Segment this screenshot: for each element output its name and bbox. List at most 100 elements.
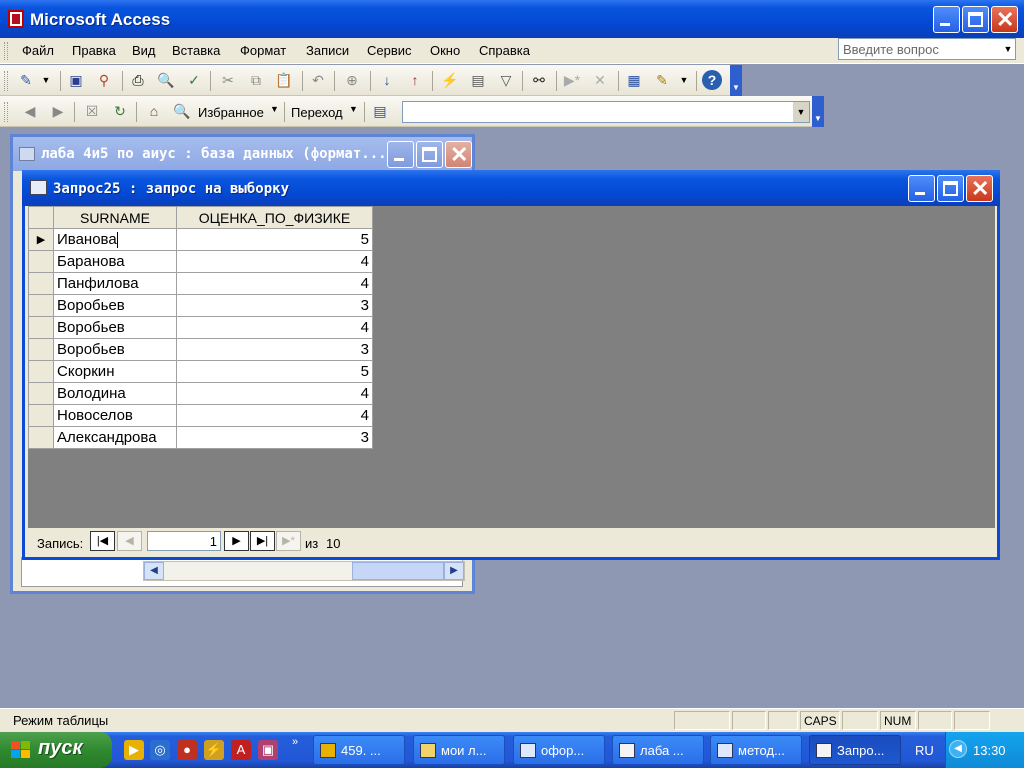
go-menu[interactable]: Переход bbox=[291, 105, 343, 120]
record-selector[interactable] bbox=[28, 316, 54, 339]
menu-window[interactable]: Окно bbox=[430, 43, 460, 58]
taskbar-item[interactable]: метод... bbox=[710, 735, 802, 765]
record-selector[interactable] bbox=[28, 272, 54, 295]
database-window-icon[interactable]: ▦ bbox=[624, 70, 644, 90]
print-preview-icon[interactable]: 🔍 bbox=[156, 70, 176, 90]
db-minimize-button[interactable] bbox=[387, 141, 414, 168]
copy-icon[interactable]: ⧉ bbox=[246, 70, 266, 90]
menu-grip[interactable] bbox=[4, 42, 8, 60]
clock[interactable]: 13:30 bbox=[973, 743, 1006, 758]
sort-descending-icon[interactable]: ↑ bbox=[405, 70, 425, 90]
scroll-left-icon[interactable]: ◀ bbox=[144, 562, 164, 580]
delete-record-icon[interactable]: ✕ bbox=[590, 70, 610, 90]
menu-tools[interactable]: Сервис bbox=[367, 43, 412, 58]
last-record-button[interactable]: ▶| bbox=[250, 531, 275, 551]
toolbar-grip[interactable] bbox=[4, 71, 8, 91]
taskbar-item[interactable]: 459. ... bbox=[313, 735, 405, 765]
toolbar-options-icon[interactable]: ▼ bbox=[812, 96, 824, 127]
new-object-dropdown-icon[interactable]: ▼ bbox=[674, 70, 694, 90]
minimize-button[interactable] bbox=[933, 6, 960, 33]
find-icon[interactable]: ⚯ bbox=[529, 70, 549, 90]
db-close-button[interactable]: ✕ bbox=[445, 141, 472, 168]
new-object-icon[interactable]: ✎ bbox=[652, 70, 672, 90]
chevron-down-icon[interactable]: ▼ bbox=[793, 102, 809, 122]
access-app-icon[interactable] bbox=[8, 10, 24, 28]
filter-by-selection-icon[interactable]: ⚡ bbox=[440, 70, 460, 90]
quick-launch-more-icon[interactable]: » bbox=[292, 736, 298, 748]
query-maximize-button[interactable] bbox=[937, 175, 964, 202]
language-indicator[interactable]: RU bbox=[915, 743, 934, 758]
menu-format[interactable]: Формат bbox=[240, 43, 286, 58]
grade-cell[interactable]: 4 bbox=[176, 316, 373, 339]
maximize-button[interactable] bbox=[962, 6, 989, 33]
first-record-button[interactable]: |◀ bbox=[90, 531, 115, 551]
query-window-titlebar[interactable]: Запрос25 : запрос на выборку ✕ bbox=[22, 170, 1000, 206]
taskbar-item[interactable]: лаба ... bbox=[612, 735, 704, 765]
menu-records[interactable]: Записи bbox=[306, 43, 349, 58]
help-question-box[interactable]: Введите вопрос ▼ bbox=[838, 38, 1016, 60]
favorites-menu[interactable]: Избранное bbox=[198, 105, 264, 120]
surname-cell[interactable]: Володина bbox=[53, 382, 177, 405]
print-icon[interactable]: ⎙ bbox=[128, 70, 148, 90]
chevron-down-icon[interactable]: ▼ bbox=[1001, 39, 1015, 59]
record-selector[interactable] bbox=[28, 338, 54, 361]
forward-icon[interactable]: ▶ bbox=[48, 101, 68, 121]
desktop-icon[interactable]: ◎ bbox=[150, 740, 170, 760]
grade-cell[interactable]: 3 bbox=[176, 294, 373, 317]
surname-cell[interactable]: Александрова bbox=[53, 426, 177, 449]
access-quick-launch-icon[interactable]: ▣ bbox=[258, 740, 278, 760]
record-selector[interactable] bbox=[28, 382, 54, 405]
quick-launch-icon[interactable]: ⚡ bbox=[204, 740, 224, 760]
database-window-titlebar[interactable]: лаба 4и5 по аиус : база данных (формат..… bbox=[13, 137, 472, 171]
surname-cell[interactable]: Воробьев bbox=[53, 338, 177, 361]
help-icon[interactable]: ? bbox=[702, 70, 722, 90]
grade-cell[interactable]: 4 bbox=[176, 404, 373, 427]
search-web-icon[interactable]: 🔍 bbox=[172, 101, 192, 121]
record-selector[interactable] bbox=[28, 250, 54, 273]
refresh-icon[interactable]: ↻ bbox=[110, 101, 130, 121]
acrobat-icon[interactable]: A bbox=[231, 740, 251, 760]
cut-icon[interactable]: ✂ bbox=[218, 70, 238, 90]
grade-cell[interactable]: 5 bbox=[176, 228, 373, 251]
spelling-icon[interactable]: ✓ bbox=[184, 70, 204, 90]
opera-icon[interactable]: ● bbox=[177, 740, 197, 760]
address-field[interactable]: ▼ bbox=[402, 101, 810, 123]
undo-icon[interactable]: ↶ bbox=[308, 70, 328, 90]
paste-icon[interactable]: 📋 bbox=[274, 70, 294, 90]
taskbar-item[interactable]: мои л... bbox=[413, 735, 505, 765]
show-only-web-toolbar-icon[interactable]: ▤ bbox=[370, 101, 390, 121]
save-icon[interactable]: ▣ bbox=[66, 70, 86, 90]
grade-cell[interactable]: 4 bbox=[176, 272, 373, 295]
new-record-button[interactable]: ▶* bbox=[276, 531, 301, 551]
grade-cell[interactable]: 5 bbox=[176, 360, 373, 383]
close-button[interactable]: ✕ bbox=[991, 6, 1018, 33]
sort-ascending-icon[interactable]: ↓ bbox=[377, 70, 397, 90]
column-header-surname[interactable]: SURNAME bbox=[53, 206, 177, 229]
menu-help[interactable]: Справка bbox=[479, 43, 530, 58]
menu-edit[interactable]: Правка bbox=[72, 43, 116, 58]
toolbar-options-icon[interactable]: ▼ bbox=[730, 65, 742, 96]
start-button[interactable]: пуск bbox=[0, 732, 112, 768]
home-icon[interactable]: ⌂ bbox=[144, 101, 164, 121]
surname-cell[interactable]: Новоселов bbox=[53, 404, 177, 427]
record-selector[interactable] bbox=[28, 404, 54, 427]
back-icon[interactable]: ◀ bbox=[20, 101, 40, 121]
view-icon[interactable]: ✎ bbox=[16, 70, 36, 90]
menu-insert[interactable]: Вставка bbox=[172, 43, 220, 58]
grade-cell[interactable]: 4 bbox=[176, 382, 373, 405]
query-minimize-button[interactable] bbox=[908, 175, 935, 202]
taskbar-item-active[interactable]: Запро... bbox=[809, 735, 901, 765]
surname-cell[interactable]: Иванова bbox=[53, 228, 177, 251]
stop-icon[interactable]: ☒ bbox=[82, 101, 102, 121]
media-player-icon[interactable]: ▶ bbox=[124, 740, 144, 760]
horizontal-scrollbar[interactable]: ◀ ▶ bbox=[143, 561, 465, 581]
surname-cell[interactable]: Воробьев bbox=[53, 294, 177, 317]
record-selector[interactable] bbox=[28, 426, 54, 449]
menu-view[interactable]: Вид bbox=[132, 43, 156, 58]
toolbar-grip[interactable] bbox=[4, 102, 8, 122]
filter-by-form-icon[interactable]: ▤ bbox=[468, 70, 488, 90]
menu-file[interactable]: Файл bbox=[22, 43, 54, 58]
current-record-field[interactable]: 1 bbox=[147, 531, 221, 551]
next-record-button[interactable]: ▶ bbox=[224, 531, 249, 551]
record-selector[interactable] bbox=[28, 360, 54, 383]
